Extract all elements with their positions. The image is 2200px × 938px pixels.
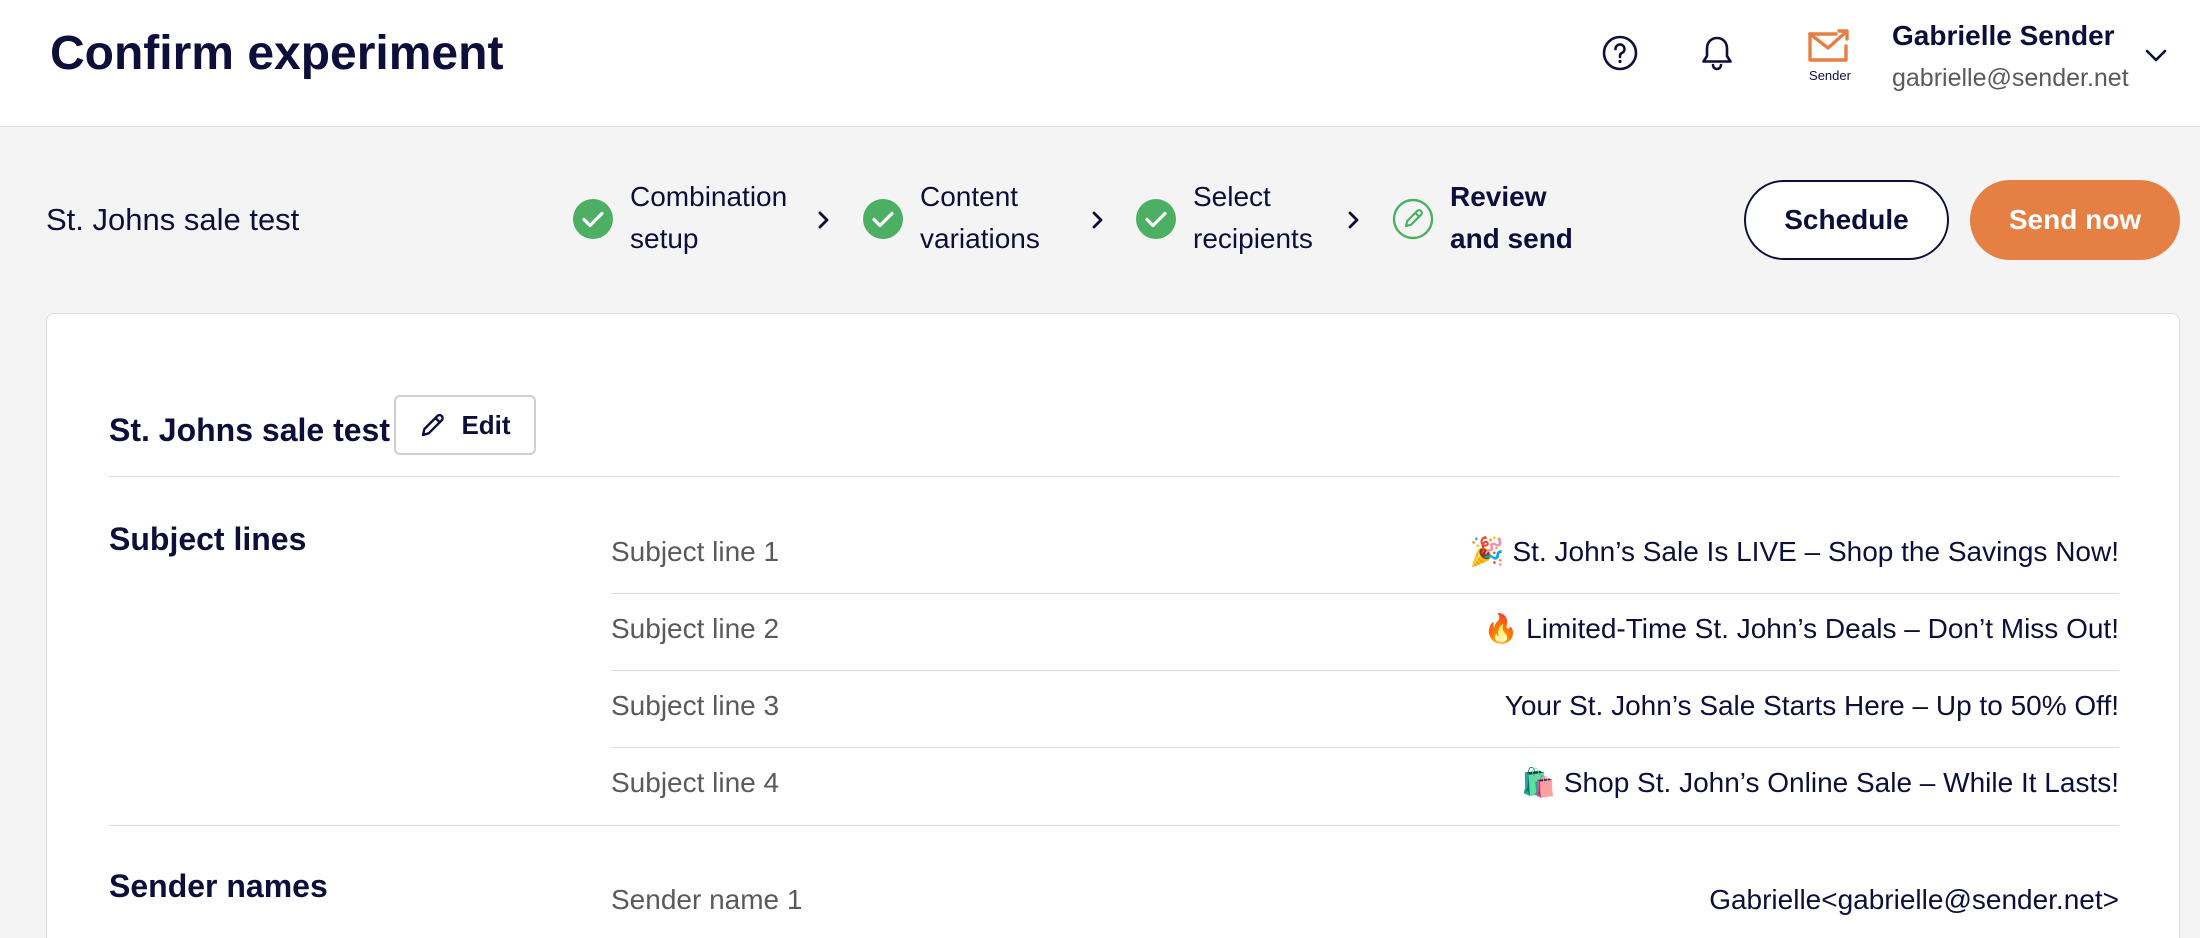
subject-line-value: 🔥 Limited-Time St. John’s Deals – Don’t … <box>1483 613 2119 644</box>
brand-logo: Sender <box>1806 28 1854 86</box>
user-name: Gabrielle Sender <box>1892 20 2115 51</box>
sender-name-row: Sender name 1 Gabrielle<gabrielle@sender… <box>611 865 2119 938</box>
sender-name-value: Gabrielle<gabrielle@sender.net> <box>1709 884 2119 915</box>
pencil-circle-icon <box>1392 198 1434 240</box>
subject-line-value: 🛍️ Shop St. John’s Online Sale – While I… <box>1521 767 2119 798</box>
subject-line-value: 🎉 St. John’s Sale Is LIVE – Shop the Sav… <box>1469 536 2119 567</box>
sender-names-title: Sender names <box>109 868 328 904</box>
pencil-icon <box>422 413 445 437</box>
subject-line-value: Your St. John’s Sale Starts Here – Up to… <box>1504 690 2119 721</box>
subject-line-label: Subject line 3 <box>611 690 780 721</box>
user-email: gabrielle@sender.net <box>1892 64 2129 92</box>
schedule-button[interactable]: Schedule <box>1744 180 1949 260</box>
step-label: Combination setup <box>630 181 788 254</box>
page-title: Confirm experiment <box>50 27 504 80</box>
chevron-right-icon <box>1343 206 1365 234</box>
bell-icon[interactable] <box>1694 30 1740 76</box>
subject-line-row: Subject line 3 Your St. John’s Sale Star… <box>611 671 2119 748</box>
step-label: Select recipients <box>1193 181 1313 254</box>
chevron-right-icon <box>1087 206 1109 234</box>
subject-line-row: Subject line 2 🔥 Limited-Time St. John’s… <box>611 594 2119 671</box>
edit-button-label: Edit <box>461 409 511 440</box>
help-circle-icon[interactable] <box>1597 30 1643 76</box>
check-circle-icon <box>863 199 903 239</box>
summary-title: St. Johns sale test <box>109 412 390 448</box>
step-label: Content variations <box>920 181 1040 254</box>
divider <box>109 825 2119 826</box>
subject-line-label: Subject line 1 <box>611 536 780 567</box>
divider <box>109 476 2119 477</box>
subject-line-label: Subject line 2 <box>611 613 780 644</box>
top-header: Confirm experiment Sender Gabrielle Send… <box>0 0 2200 127</box>
subject-line-row: Subject line 1 🎉 St. John’s Sale Is LIVE… <box>611 517 2119 594</box>
chevron-right-icon <box>813 206 835 234</box>
subject-line-label: Subject line 4 <box>611 767 780 798</box>
envelope-icon <box>1808 29 1849 62</box>
subject-line-row: Subject line 4 🛍️ Shop St. John’s Online… <box>611 748 2119 825</box>
subject-lines-title: Subject lines <box>109 521 307 557</box>
send-now-button[interactable]: Send now <box>1970 180 2180 260</box>
brand-logo-text: Sender <box>1809 68 1851 83</box>
sender-name-label: Sender name 1 <box>611 884 803 915</box>
check-circle-icon <box>573 199 613 239</box>
chevron-down-icon[interactable] <box>2140 40 2172 72</box>
check-circle-icon <box>1136 199 1176 239</box>
experiment-name: St. Johns sale test <box>46 202 300 237</box>
edit-button[interactable]: Edit <box>394 395 536 455</box>
experiment-summary-card: St. Johns sale test Edit Subject lines S… <box>46 313 2180 938</box>
step-label: Review and send <box>1450 181 1573 254</box>
